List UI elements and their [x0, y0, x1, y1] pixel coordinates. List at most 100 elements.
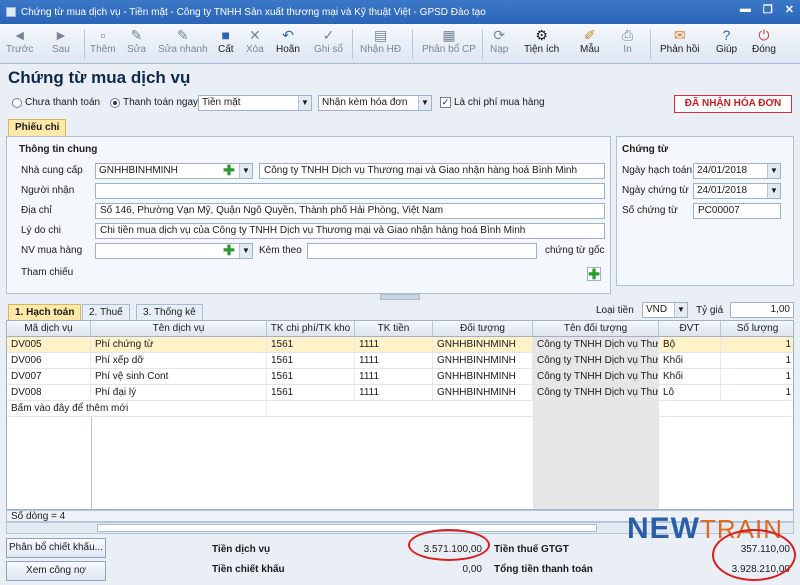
- view-debt-button[interactable]: Xem công nợ: [6, 561, 106, 581]
- splitter-handle[interactable]: [380, 294, 420, 300]
- table-row[interactable]: DV005 Phí chứng từ 1561 1111 GNHHBINHMIN…: [7, 337, 793, 353]
- table-cell[interactable]: 1111: [355, 385, 433, 401]
- table-cell[interactable]: Phí xếp dỡ: [91, 353, 267, 369]
- column-header[interactable]: Tên đối tượng: [533, 321, 659, 337]
- table-cell[interactable]: DV008: [7, 385, 91, 401]
- allocate-cost-button[interactable]: ▦ Phân bổ CP: [422, 26, 476, 56]
- save-icon: ■: [221, 27, 231, 43]
- table-cell[interactable]: 1561: [267, 337, 355, 353]
- toolbar-separator: [650, 29, 651, 59]
- add-button[interactable]: ▫ Thêm: [90, 26, 116, 56]
- table-cell[interactable]: 1: [721, 385, 793, 401]
- currency-select[interactable]: VND ▼: [642, 302, 688, 318]
- post-date-picker[interactable]: 24/01/2018 ▼: [693, 163, 781, 179]
- table-cell[interactable]: 1561: [267, 353, 355, 369]
- receive-invoice-button[interactable]: ▤ Nhận HĐ: [360, 26, 401, 56]
- quick-edit-button[interactable]: ✎ Sửa nhanh: [158, 26, 208, 56]
- tab-accounting[interactable]: 1. Hạch toán: [8, 304, 82, 321]
- paid-now-radio[interactable]: Thanh toán ngay: [110, 97, 198, 108]
- attach-field[interactable]: [307, 243, 537, 259]
- undo-button[interactable]: ↶ Hoãn: [276, 26, 300, 56]
- table-cell[interactable]: 1111: [355, 337, 433, 353]
- add-staff-icon[interactable]: ✚: [222, 243, 236, 258]
- table-cell[interactable]: DV007: [7, 369, 91, 385]
- add-row[interactable]: Bấm vào đây để thêm mới: [7, 401, 793, 417]
- prev-button[interactable]: ◄ Trước: [6, 26, 33, 56]
- column-header[interactable]: Mã dịch vụ: [7, 321, 91, 337]
- receiver-field[interactable]: [95, 183, 605, 199]
- delete-button[interactable]: ✕ Xóa: [246, 26, 264, 56]
- column-header[interactable]: Tên dịch vụ: [91, 321, 267, 337]
- tab-tax[interactable]: 2. Thuế: [82, 304, 130, 321]
- column-header[interactable]: TK chi phí/TK kho: [267, 321, 355, 337]
- column-header[interactable]: Số lượng: [721, 321, 793, 337]
- edit-button[interactable]: ✎ Sửa: [127, 26, 146, 56]
- table-row[interactable]: DV006 Phí xếp dỡ 1561 1111 GNHHBINHMINH …: [7, 353, 793, 369]
- table-cell[interactable]: Phí chứng từ: [91, 337, 267, 353]
- add-reference-icon[interactable]: ✚: [587, 267, 601, 281]
- voucher-date-picker[interactable]: 24/01/2018 ▼: [693, 183, 781, 199]
- table-cell[interactable]: 1111: [355, 353, 433, 369]
- rate-field[interactable]: 1,00: [730, 302, 794, 318]
- allocate-discount-button[interactable]: Phân bổ chiết khấu...: [6, 538, 106, 558]
- invoice-received-button[interactable]: ĐÃ NHẬN HÓA ĐƠN: [674, 95, 792, 113]
- next-button[interactable]: ► Sau: [52, 26, 70, 56]
- table-cell[interactable]: GNHHBINHMINH: [433, 353, 533, 369]
- template-button[interactable]: ✐ Mẫu: [580, 26, 599, 56]
- table-cell[interactable]: 1: [721, 337, 793, 353]
- column-header[interactable]: TK tiền: [355, 321, 433, 337]
- address-field[interactable]: Số 146, Phường Vạn Mỹ, Quận Ngô Quyền, T…: [95, 203, 605, 219]
- table-cell[interactable]: Bộ: [659, 337, 721, 353]
- table-cell[interactable]: GNHHBINHMINH: [433, 385, 533, 401]
- table-cell[interactable]: Khối: [659, 353, 721, 369]
- tab-voucher[interactable]: Phiếu chi: [8, 119, 67, 136]
- unpaid-radio[interactable]: Chưa thanh toán: [12, 97, 100, 108]
- table-row[interactable]: DV007 Phí vệ sinh Cont 1561 1111 GNHHBIN…: [7, 369, 793, 385]
- table-cell[interactable]: 1561: [267, 385, 355, 401]
- table-cell[interactable]: GNHHBINHMINH: [433, 369, 533, 385]
- table-cell[interactable]: DV005: [7, 337, 91, 353]
- table-cell[interactable]: DV006: [7, 353, 91, 369]
- column-header[interactable]: ĐVT: [659, 321, 721, 337]
- reason-field[interactable]: Chi tiền mua dịch vụ của Công ty TNHH Dị…: [95, 223, 605, 239]
- invoice-option-select[interactable]: Nhận kèm hóa đơn ▼: [318, 95, 432, 111]
- post-button[interactable]: ✓ Ghi sổ: [314, 26, 343, 56]
- radio-dot: [12, 97, 22, 108]
- save-button[interactable]: ■ Cất: [218, 26, 234, 56]
- column-header[interactable]: Đối tượng: [433, 321, 533, 337]
- reference-label: Tham chiếu: [21, 267, 74, 278]
- maximize-button[interactable]: ❐: [763, 3, 773, 16]
- table-cell[interactable]: Khối: [659, 369, 721, 385]
- payment-method-select[interactable]: Tiền mặt ▼: [198, 95, 312, 111]
- close-button[interactable]: ⏻ Đóng: [752, 26, 776, 56]
- table-cell[interactable]: Phí đại lý: [91, 385, 267, 401]
- table-cell[interactable]: Lô: [659, 385, 721, 401]
- feedback-button[interactable]: ✉ Phản hồi: [660, 26, 699, 56]
- scrollbar-thumb[interactable]: [97, 524, 597, 532]
- supplier-name-field[interactable]: Công ty TNHH Dịch vụ Thương mại và Giao …: [259, 163, 605, 179]
- add-supplier-icon[interactable]: ✚: [222, 163, 236, 178]
- add-row-hint[interactable]: Bấm vào đây để thêm mới: [7, 401, 267, 417]
- table-cell[interactable]: 1111: [355, 369, 433, 385]
- table-cell[interactable]: 1: [721, 353, 793, 369]
- table-row[interactable]: DV008 Phí đại lý 1561 1111 GNHHBINHMINH …: [7, 385, 793, 401]
- highlight-ring-service: [408, 529, 490, 561]
- delete-icon: ✕: [249, 27, 261, 43]
- utilities-button[interactable]: ⚙ Tiện ích: [524, 26, 559, 56]
- table-cell[interactable]: Phí vệ sinh Cont: [91, 369, 267, 385]
- tab-statistics[interactable]: 3. Thống kê: [136, 304, 203, 321]
- table-cell: Công ty TNHH Dịch vụ Thư: [533, 369, 659, 385]
- help-button[interactable]: ? Giúp: [716, 26, 737, 56]
- currency-label: Loại tiền: [596, 305, 634, 316]
- table-cell[interactable]: GNHHBINHMINH: [433, 337, 533, 353]
- mail-icon: ✉: [673, 27, 686, 43]
- table-cell[interactable]: 1: [721, 369, 793, 385]
- new-doc-icon: ▫: [100, 27, 106, 43]
- purchase-cost-checkbox[interactable]: ✓ Là chi phí mua hàng: [440, 97, 545, 108]
- voucher-no-field[interactable]: PC00007: [693, 203, 781, 219]
- close-window-button[interactable]: ✕: [785, 3, 794, 16]
- load-button[interactable]: ⟳ Nạp: [490, 26, 508, 56]
- table-cell[interactable]: 1561: [267, 369, 355, 385]
- print-button[interactable]: ⎙ In: [622, 26, 633, 56]
- minimize-button[interactable]: ▬: [740, 3, 751, 16]
